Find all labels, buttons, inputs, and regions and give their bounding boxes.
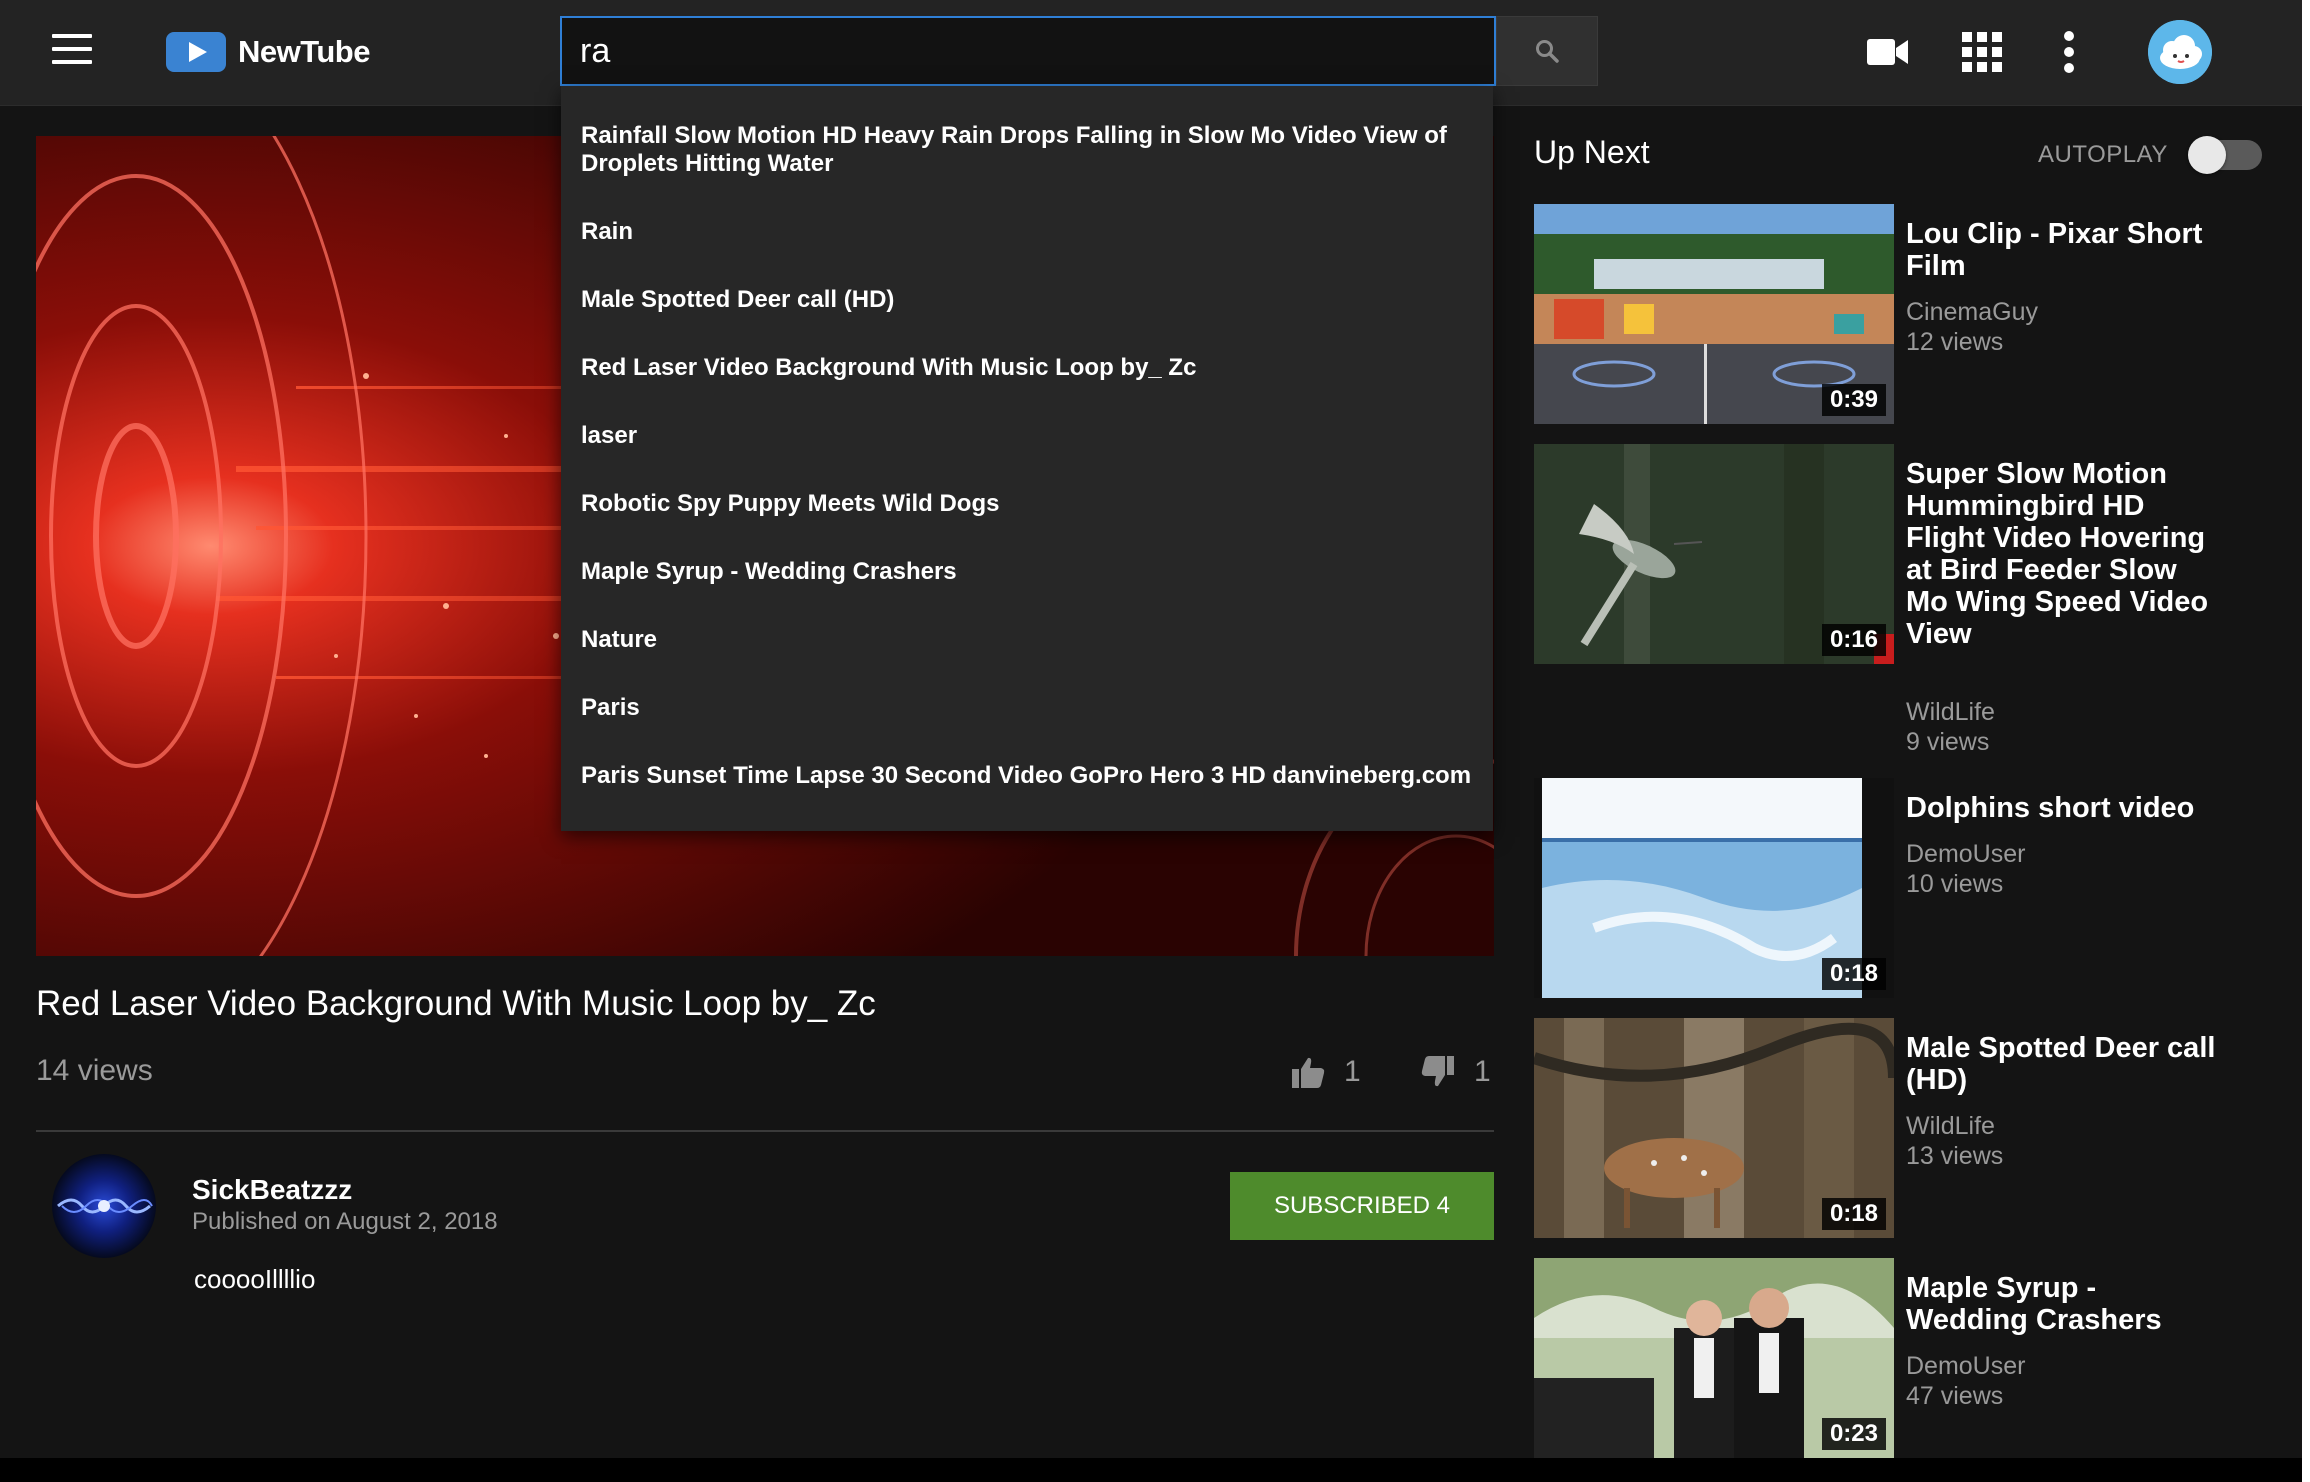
thumbs-down-icon xyxy=(1421,1056,1454,1087)
dislike-count: 1 xyxy=(1474,1055,1491,1088)
duration-badge: 0:16 xyxy=(1821,624,1886,656)
search-icon xyxy=(1536,40,1559,63)
recommended-video[interactable]: 0:18 Male Spotted Deer call (HD) WildLif… xyxy=(1534,1018,2234,1238)
suggestion-item[interactable]: Rainfall Slow Motion HD Heavy Rain Drops… xyxy=(561,122,1493,178)
rec-views: 47 views xyxy=(1906,1382,2004,1410)
rec-channel: DemoUser xyxy=(1906,840,2026,868)
video-thumbnail: 0:18 xyxy=(1534,778,1894,998)
rec-channel: CinemaGuy xyxy=(1906,298,2038,326)
divider xyxy=(36,1130,1494,1132)
suggestion-item[interactable]: Rain xyxy=(561,218,1493,246)
rec-views: 10 views xyxy=(1906,870,2004,898)
rec-views: 13 views xyxy=(1906,1142,2004,1170)
search-input[interactable] xyxy=(560,16,1496,86)
suggestion-item[interactable]: Red Laser Video Background With Music Lo… xyxy=(561,354,1493,382)
recommended-video[interactable]: 0:23 Maple Syrup - Wedding Crashers Demo… xyxy=(1534,1258,2234,1458)
suggestion-item[interactable]: laser xyxy=(561,422,1493,450)
search-button[interactable] xyxy=(1496,16,1598,86)
video-thumbnail: 0:23 xyxy=(1534,1258,1894,1458)
toggle-knob xyxy=(2188,136,2226,174)
dislike-button[interactable]: 1 xyxy=(1420,1050,1491,1094)
duration-badge: 0:18 xyxy=(1821,958,1886,990)
autoplay-toggle[interactable] xyxy=(2188,136,2262,174)
channel-name[interactable]: SickBeatzzz xyxy=(192,1174,352,1206)
video-thumbnail: 0:18 xyxy=(1534,1018,1894,1238)
video-thumbnail: 0:39 xyxy=(1534,204,1894,424)
video-title: Red Laser Video Background With Music Lo… xyxy=(36,984,876,1023)
rec-channel: WildLife xyxy=(1906,1112,1995,1140)
apps-grid-icon[interactable] xyxy=(1962,32,2002,72)
suggestion-item[interactable]: Paris Sunset Time Lapse 30 Second Video … xyxy=(561,762,1493,790)
up-next-heading: Up Next xyxy=(1534,134,1650,170)
rec-channel: WildLife xyxy=(1906,698,1995,726)
like-count: 1 xyxy=(1344,1055,1361,1088)
play-logo-icon xyxy=(166,32,226,72)
user-avatar[interactable] xyxy=(2148,20,2212,84)
like-button[interactable]: 1 xyxy=(1290,1050,1361,1094)
duration-badge: 0:23 xyxy=(1821,1418,1886,1450)
bottom-edge xyxy=(0,1458,2302,1482)
rec-title[interactable]: Super Slow Motion Hummingbird HD Flight … xyxy=(1906,458,2226,650)
rec-title[interactable]: Male Spotted Deer call (HD) xyxy=(1906,1032,2226,1096)
thumbs-up-icon xyxy=(1292,1057,1325,1088)
rec-channel: DemoUser xyxy=(1906,1352,2026,1380)
window-edge xyxy=(2302,0,2310,1482)
rec-views: 9 views xyxy=(1906,728,1990,756)
logo-text: NewTube xyxy=(238,34,371,69)
upload-video-icon[interactable] xyxy=(1866,34,1910,70)
hamburger-menu-icon[interactable] xyxy=(52,34,92,70)
video-description: cooooIllllio xyxy=(194,1264,316,1294)
duration-badge: 0:18 xyxy=(1821,1198,1886,1230)
rec-views: 12 views xyxy=(1906,328,2004,356)
cloud-avatar-icon xyxy=(2148,20,2212,84)
search-suggestions-dropdown: Rainfall Slow Motion HD Heavy Rain Drops… xyxy=(561,86,1493,831)
subscribe-button[interactable]: SUBSCRIBED 4 xyxy=(1230,1172,1494,1240)
logo[interactable]: NewTube xyxy=(166,30,371,74)
suggestion-item[interactable]: Paris xyxy=(561,694,1493,722)
autoplay-label: AUTOPLAY xyxy=(2038,141,2168,168)
rec-title[interactable]: Maple Syrup - Wedding Crashers xyxy=(1906,1272,2226,1336)
recommended-video[interactable]: 0:18 Dolphins short video DemoUser 10 vi… xyxy=(1534,778,2234,998)
soundwave-avatar-icon xyxy=(57,1198,153,1214)
published-date: Published on August 2, 2018 xyxy=(192,1208,498,1235)
recommended-video[interactable]: 0:39 Lou Clip - Pixar Short Film CinemaG… xyxy=(1534,204,2234,424)
video-thumbnail: 0:16 xyxy=(1534,444,1894,664)
channel-avatar[interactable] xyxy=(52,1154,156,1258)
recommended-video[interactable]: 0:16 Super Slow Motion Hummingbird HD Fl… xyxy=(1534,444,2234,764)
more-vertical-icon[interactable] xyxy=(2062,30,2076,74)
suggestion-item[interactable]: Male Spotted Deer call (HD) xyxy=(561,286,1493,314)
suggestion-item[interactable]: Maple Syrup - Wedding Crashers xyxy=(561,558,1493,586)
suggestion-item[interactable]: Robotic Spy Puppy Meets Wild Dogs xyxy=(561,490,1493,518)
duration-badge: 0:39 xyxy=(1821,384,1886,416)
view-count: 14 views xyxy=(36,1054,153,1087)
rec-title[interactable]: Lou Clip - Pixar Short Film xyxy=(1906,218,2226,282)
rec-title[interactable]: Dolphins short video xyxy=(1906,792,2226,824)
suggestion-item[interactable]: Nature xyxy=(561,626,1493,654)
